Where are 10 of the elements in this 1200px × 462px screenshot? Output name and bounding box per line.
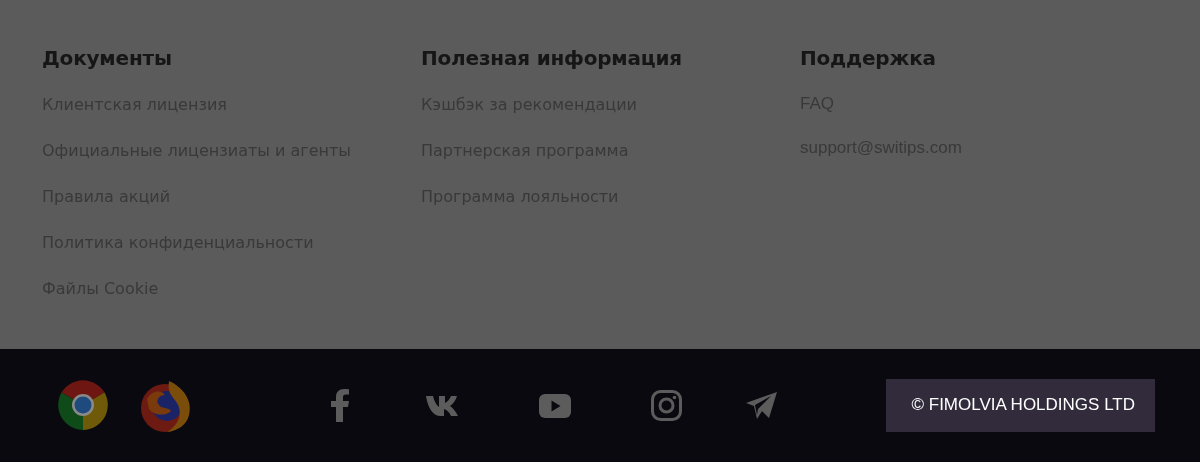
instagram-icon[interactable] (651, 390, 682, 421)
column-heading: Полезная информация (421, 45, 683, 72)
column-heading: Документы (42, 45, 173, 72)
browser-icon[interactable] (139, 378, 193, 433)
browser-icon[interactable] (57, 378, 109, 431)
facebook-icon[interactable] (330, 389, 350, 422)
copyright-label: © FIMOLVIA HOLDINGS LTD (885, 379, 1155, 432)
column-heading: Поддержка (800, 45, 937, 72)
youtube-icon[interactable] (539, 393, 571, 418)
paper-plane-icon[interactable] (746, 391, 777, 420)
